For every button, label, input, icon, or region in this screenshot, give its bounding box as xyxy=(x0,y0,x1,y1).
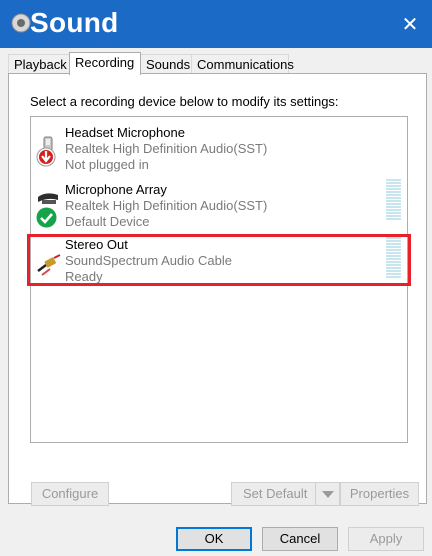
device-status: Not plugged in xyxy=(65,157,149,172)
device-name: Headset Microphone xyxy=(65,125,185,140)
window-title: Sound xyxy=(30,7,119,38)
properties-button[interactable]: Properties xyxy=(340,482,419,506)
level-meter xyxy=(386,179,401,221)
apply-button[interactable]: Apply xyxy=(348,527,424,551)
close-icon: ✕ xyxy=(401,13,419,36)
device-row-headset-microphone[interactable]: Headset Microphone Realtek High Definiti… xyxy=(31,121,407,179)
recording-device-list[interactable]: Headset Microphone Realtek High Definiti… xyxy=(27,116,411,443)
device-status: Default Device xyxy=(65,214,150,229)
selection-highlight-box xyxy=(27,234,411,286)
configure-button[interactable]: Configure xyxy=(31,482,109,506)
device-driver: Realtek High Definition Audio(SST) xyxy=(65,141,268,156)
tab-playback[interactable]: Playback xyxy=(8,54,70,74)
ok-button[interactable]: OK xyxy=(176,527,252,551)
tab-communications[interactable]: Communications xyxy=(191,54,294,74)
chevron-down-icon xyxy=(322,491,334,498)
red-down-arrow-icon xyxy=(36,147,56,167)
set-default-label: Set Default xyxy=(243,486,308,501)
instruction-text: Select a recording device below to modif… xyxy=(30,94,339,109)
device-driver: Realtek High Definition Audio(SST) xyxy=(65,198,268,213)
cancel-button[interactable]: Cancel xyxy=(262,527,338,551)
title-bar: Sound ✕ xyxy=(0,0,432,48)
green-check-icon xyxy=(36,207,57,228)
device-name: Microphone Array xyxy=(65,182,167,197)
close-button[interactable]: ✕ xyxy=(388,0,432,48)
tab-sounds[interactable]: Sounds xyxy=(140,54,192,74)
set-default-dropdown[interactable] xyxy=(315,483,340,505)
speaker-icon xyxy=(11,13,31,33)
device-row-microphone-array[interactable]: Microphone Array Realtek High Definition… xyxy=(31,179,407,237)
recording-tab-panel: Select a recording device below to modif… xyxy=(8,73,427,506)
set-default-split-button[interactable]: Set Default xyxy=(231,482,340,506)
tab-recording[interactable]: Recording xyxy=(69,52,141,75)
